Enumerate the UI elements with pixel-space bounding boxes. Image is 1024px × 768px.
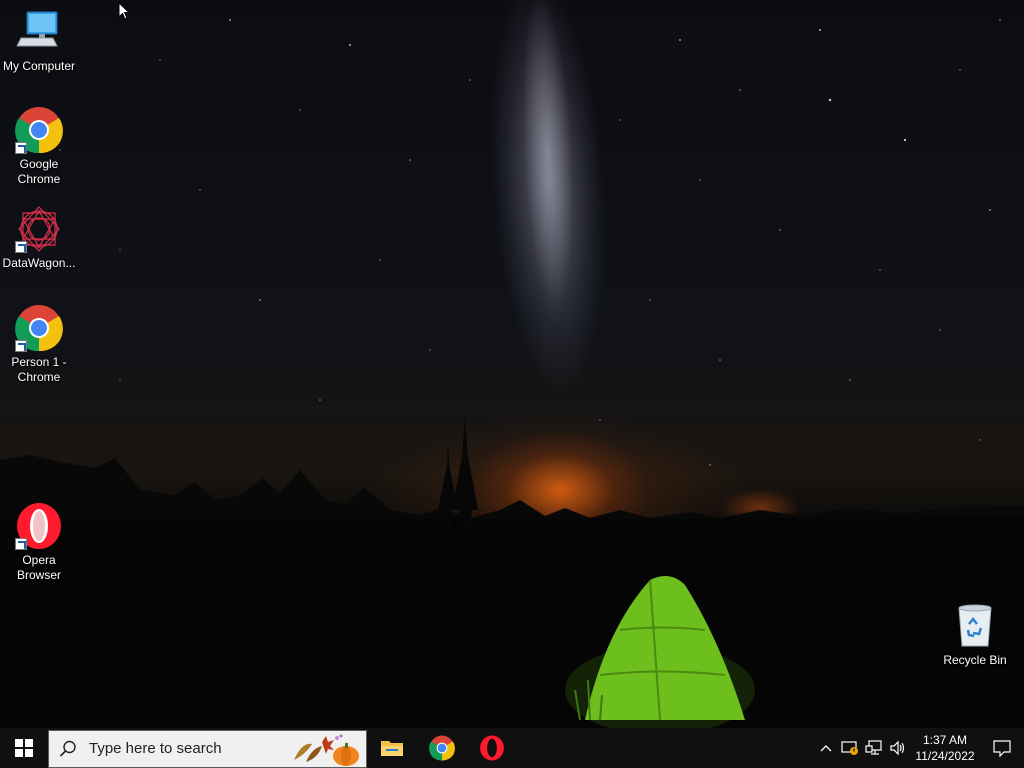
chrome-icon	[15, 106, 63, 154]
update-warning-icon	[841, 741, 858, 755]
chrome-icon	[429, 735, 455, 761]
action-center-button[interactable]	[980, 728, 1024, 768]
search-icon	[49, 740, 87, 758]
chevron-up-icon	[820, 745, 832, 752]
opera-icon	[15, 502, 63, 550]
network-icon	[865, 740, 882, 755]
computer-icon	[15, 8, 63, 56]
tray-update-status[interactable]	[838, 728, 862, 768]
mountain-silhouette	[0, 415, 1024, 728]
show-hidden-icons-button[interactable]	[814, 728, 838, 768]
desktop-icon-label: Opera Browser	[16, 553, 61, 582]
desktop-icon-my-computer[interactable]: My Computer	[0, 8, 78, 74]
shortcut-arrow-icon	[15, 538, 27, 550]
mouse-cursor-icon	[118, 2, 130, 20]
taskbar-clock[interactable]: 1:37 AM 11/24/2022	[910, 732, 980, 764]
taskbar-file-explorer[interactable]	[367, 728, 417, 768]
taskbar-opera[interactable]	[467, 728, 517, 768]
desktop-icon-datawagon[interactable]: DataWagon...	[0, 205, 78, 271]
taskbar-search-box[interactable]	[48, 729, 367, 768]
desktop-icon-label: Google Chrome	[17, 157, 61, 186]
search-input[interactable]	[87, 739, 291, 758]
taskbar-google-chrome[interactable]	[417, 728, 467, 768]
desktop-icon-person1-chrome[interactable]: Person 1 - Chrome	[0, 304, 78, 385]
desktop-icon-label: My Computer	[2, 59, 76, 73]
datawagon-icon	[15, 205, 63, 253]
desktop-icon-label: DataWagon...	[2, 256, 76, 270]
chrome-icon	[15, 304, 63, 352]
desktop-icon-label: Recycle Bin	[943, 653, 1007, 667]
recycle-bin-icon	[951, 602, 999, 650]
desktop-wallpaper	[0, 0, 1024, 728]
clock-date: 11/24/2022	[915, 749, 975, 763]
desktop-icon-label: Person 1 - Chrome	[11, 355, 67, 384]
tray-volume[interactable]	[886, 728, 910, 768]
clock-time: 1:37 AM	[922, 733, 968, 747]
autumn-leaves-pumpkin-icon	[294, 734, 359, 766]
shortcut-arrow-icon	[15, 340, 27, 352]
taskbar: 1:37 AM 11/24/2022	[0, 728, 1024, 768]
folder-icon	[381, 741, 403, 756]
tray-network[interactable]	[862, 728, 886, 768]
speaker-icon	[890, 740, 905, 756]
shortcut-arrow-icon	[15, 241, 27, 253]
desktop-icon-opera[interactable]: Opera Browser	[0, 502, 78, 583]
desktop-icon-recycle-bin[interactable]: Recycle Bin	[936, 602, 1014, 668]
glowing-tent	[565, 576, 755, 728]
system-tray: 1:37 AM 11/24/2022	[814, 728, 1024, 768]
desktop-icon-google-chrome[interactable]: Google Chrome	[0, 106, 78, 187]
windows-logo-icon	[15, 739, 33, 757]
notification-icon	[993, 740, 1011, 757]
start-button[interactable]	[0, 728, 48, 768]
opera-icon	[480, 735, 504, 761]
shortcut-arrow-icon	[15, 142, 27, 154]
